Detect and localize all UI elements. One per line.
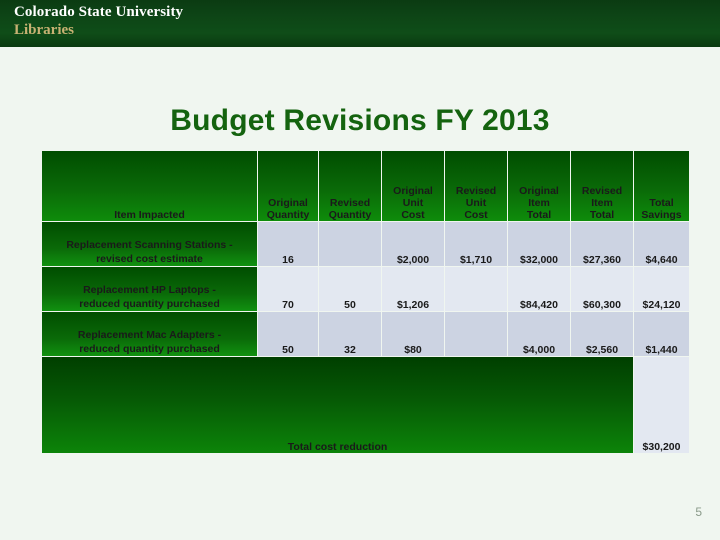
cell-original-quantity: 50 [258, 312, 318, 356]
table-row: Replacement Scanning Stations - revised … [42, 222, 689, 266]
cell-original-unit-cost: $80 [382, 312, 444, 356]
item-line-2: revised cost estimate [96, 253, 203, 265]
item-line-2: reduced quantity purchased [79, 343, 220, 355]
cell-original-quantity: 16 [258, 222, 318, 266]
header-line-1: Revised [581, 185, 623, 197]
item-line-2: reduced quantity purchased [79, 298, 220, 310]
table-row: Replacement HP Laptops - reduced quantit… [42, 267, 689, 311]
table-header-row: Item Impacted Original Quantity Revised … [42, 151, 689, 221]
cell-original-unit-cost: $1,206 [382, 267, 444, 311]
header-line-1: Original [393, 185, 433, 197]
item-line-1: Replacement HP Laptops - [83, 284, 216, 296]
table-total-row: Total cost reduction $30,200 [42, 357, 689, 453]
header-line-3: Total [589, 209, 615, 221]
header-line-2: Unit [465, 197, 487, 209]
column-header-total-savings: Total Savings [634, 151, 689, 221]
cell-revised-item-total: $2,560 [571, 312, 633, 356]
header-line-1: Original [268, 197, 308, 209]
cell-item-impacted: Replacement Mac Adapters - reduced quant… [42, 312, 257, 356]
header-line-3: Cost [464, 209, 488, 221]
header-line-2: Item [591, 197, 613, 209]
header-line-3: Total [526, 209, 552, 221]
header-line-2: Quantity [266, 209, 310, 221]
cell-revised-quantity [319, 222, 381, 266]
column-header-revised-unit-cost: Revised Unit Cost [445, 151, 507, 221]
cell-original-quantity: 70 [258, 267, 318, 311]
cell-original-item-total: $32,000 [508, 222, 570, 266]
column-header-original-quantity: Original Quantity [258, 151, 318, 221]
libraries-label: Libraries [14, 22, 74, 38]
cell-revised-quantity: 50 [319, 267, 381, 311]
slide-page-number: 5 [695, 505, 702, 519]
item-line-1: Replacement Mac Adapters - [77, 329, 222, 341]
header-line-1: Item Impacted [114, 209, 185, 221]
column-header-revised-quantity: Revised Quantity [319, 151, 381, 221]
cell-revised-item-total: $60,300 [571, 267, 633, 311]
header-line-2: Savings [641, 209, 682, 221]
cell-total-savings: $4,640 [634, 222, 689, 266]
column-header-original-item-total: Original Item Total [508, 151, 570, 221]
cell-item-impacted: Replacement Scanning Stations - revised … [42, 222, 257, 266]
page-title: Budget Revisions FY 2013 [170, 104, 550, 137]
header-line-3: Cost [401, 209, 425, 221]
cell-revised-unit-cost [445, 312, 507, 356]
header-line-2: Item [528, 197, 550, 209]
column-header-item-impacted: Item Impacted [42, 151, 257, 221]
header-line-1: Total [649, 197, 674, 209]
column-header-revised-item-total: Revised Item Total [571, 151, 633, 221]
budget-revisions-table: Item Impacted Original Quantity Revised … [41, 150, 690, 454]
header-line-1: Original [519, 185, 559, 197]
cell-original-item-total: $84,420 [508, 267, 570, 311]
cell-revised-item-total: $27,360 [571, 222, 633, 266]
item-line-1: Replacement Scanning Stations - [66, 239, 233, 251]
header-line-1: Revised [329, 197, 371, 209]
cell-revised-unit-cost [445, 267, 507, 311]
header-line-2: Quantity [328, 209, 372, 221]
site-banner: Colorado State University Libraries [0, 0, 720, 47]
table-row: Replacement Mac Adapters - reduced quant… [42, 312, 689, 356]
column-header-original-unit-cost: Original Unit Cost [382, 151, 444, 221]
cell-original-item-total: $4,000 [508, 312, 570, 356]
header-line-1: Revised [455, 185, 497, 197]
total-cost-reduction-label: Total cost reduction [42, 357, 633, 453]
cell-total-savings: $1,440 [634, 312, 689, 356]
cell-revised-quantity: 32 [319, 312, 381, 356]
cell-revised-unit-cost: $1,710 [445, 222, 507, 266]
cell-total-savings: $24,120 [634, 267, 689, 311]
total-cost-reduction-value: $30,200 [634, 357, 689, 453]
university-name: Colorado State University [14, 4, 184, 20]
cell-item-impacted: Replacement HP Laptops - reduced quantit… [42, 267, 257, 311]
cell-original-unit-cost: $2,000 [382, 222, 444, 266]
header-line-2: Unit [402, 197, 424, 209]
